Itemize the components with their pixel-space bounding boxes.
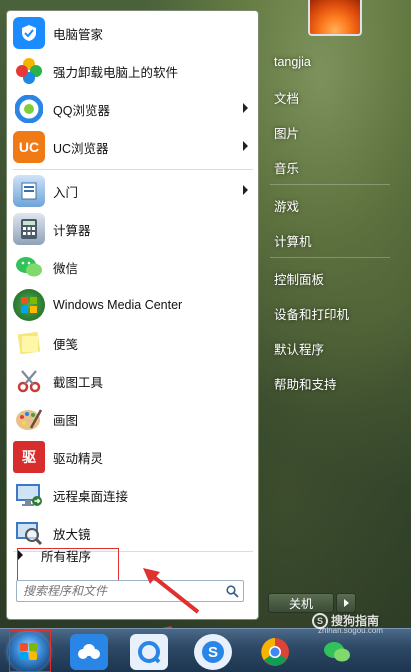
annotation-arrows <box>62 568 200 656</box>
highlight-box-start <box>9 630 51 672</box>
taskbar-qq-browser-icon[interactable] <box>130 634 168 670</box>
taskbar-sogou-browser-icon[interactable]: S <box>194 634 232 670</box>
taskbar-wechat-icon[interactable] <box>318 634 356 670</box>
svg-text:S: S <box>208 644 218 661</box>
taskbar-baidu-cloud-icon[interactable] <box>70 634 108 670</box>
watermark-url: zhinan.sogou.com <box>318 626 383 635</box>
taskbar-chrome-icon[interactable] <box>256 634 294 670</box>
